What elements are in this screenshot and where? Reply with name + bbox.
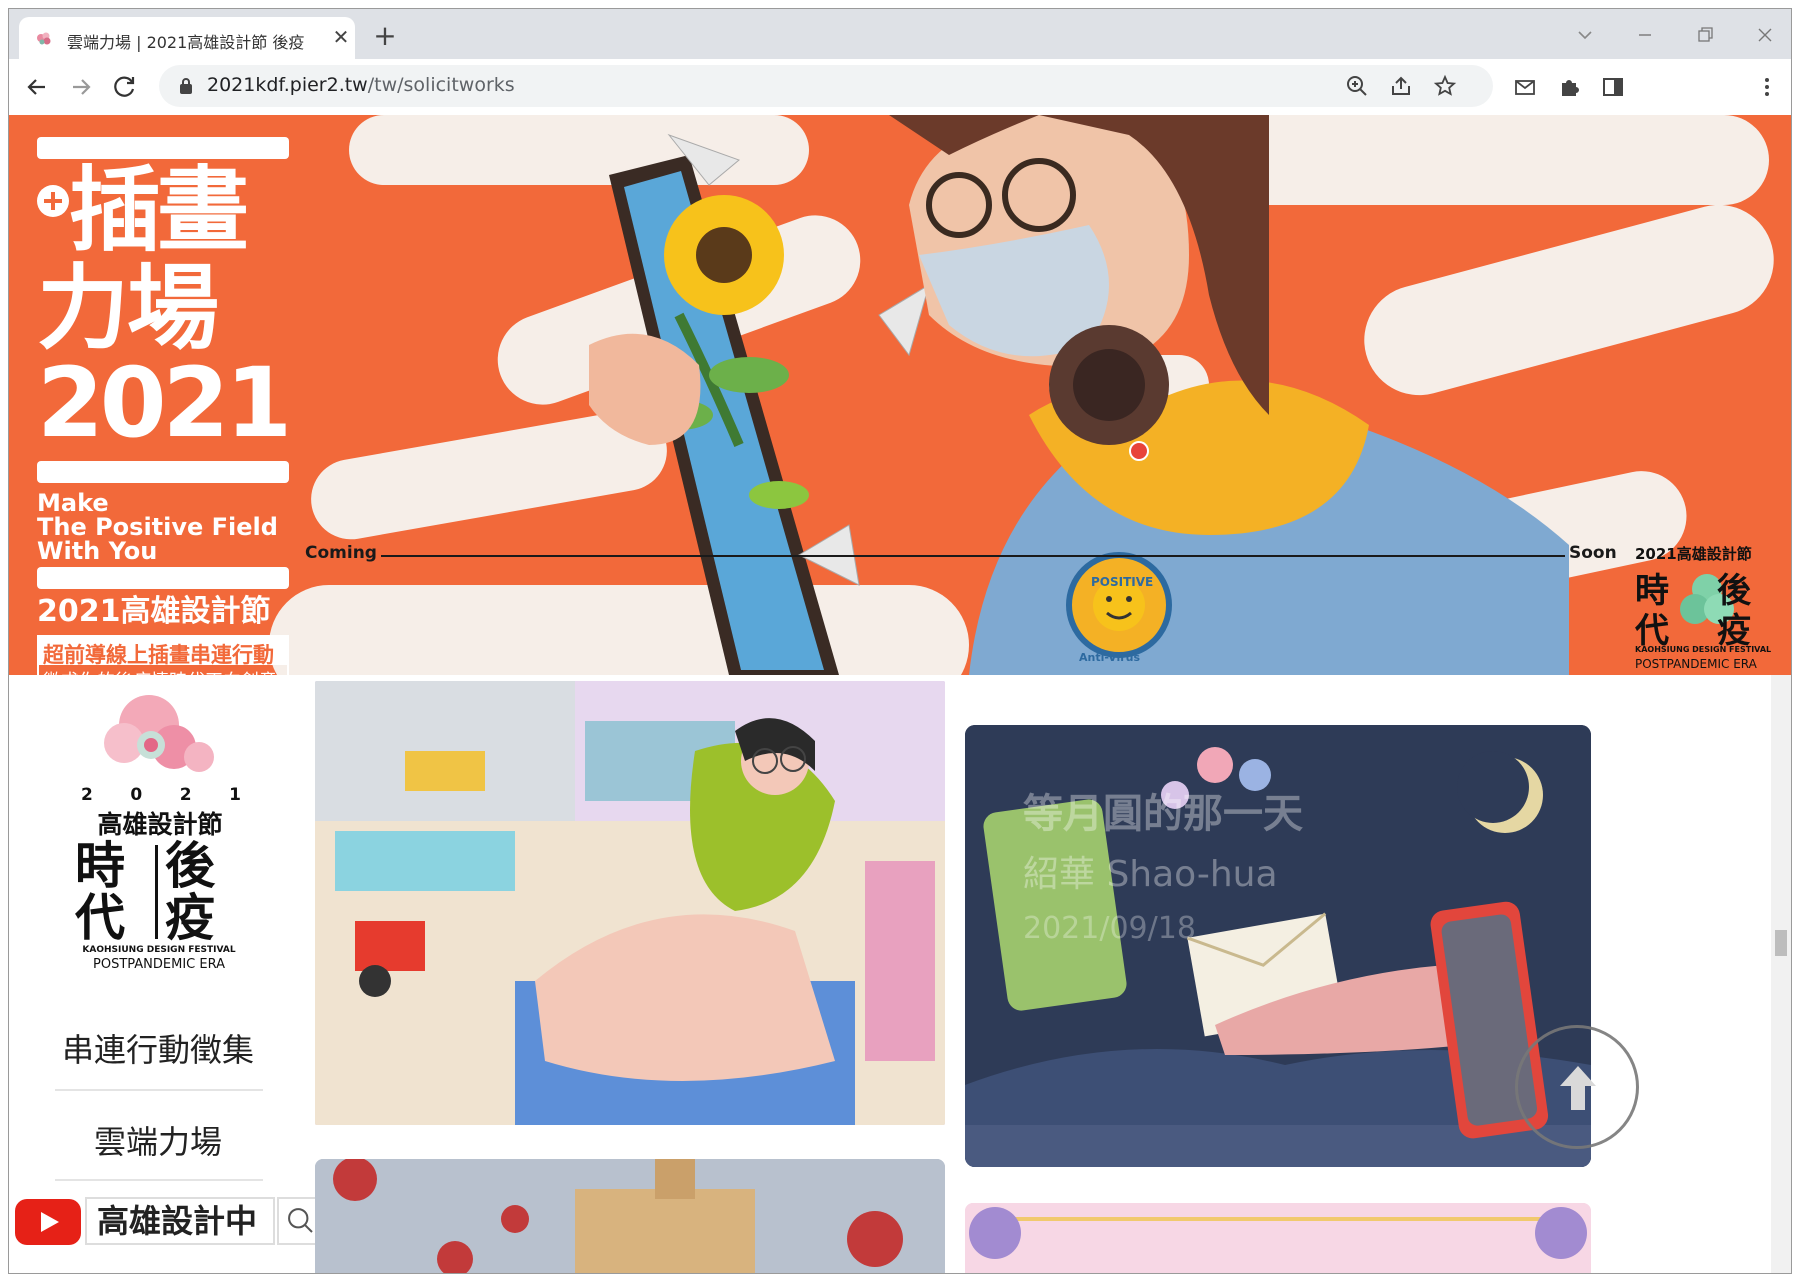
youtube-channel-input[interactable]: 高雄設計中 xyxy=(85,1197,275,1245)
sidebar-logo-year: 2 0 2 1 xyxy=(81,785,241,805)
sidebar-logo-char: 後 xyxy=(165,837,215,895)
year-digit: 1 xyxy=(229,785,241,805)
url-text: 2021kdf.pier2.tw/tw/solicitworks xyxy=(207,74,515,96)
plus-circle-icon xyxy=(37,185,69,217)
coming-label: Coming xyxy=(305,543,377,563)
banner-logo: 時 後 代 疫 xyxy=(1635,563,1775,651)
slogan-line-3: With You xyxy=(37,537,158,565)
lock-icon xyxy=(180,78,192,94)
browser-window: 雲端力場 | 2021高雄設計節 後疫 ✕ + 2021kdf.pier2.tw… xyxy=(8,8,1792,1274)
badge-text-2: Anti-Virus xyxy=(1079,651,1141,664)
hero-illustration xyxy=(589,115,1569,675)
minimize-icon[interactable] xyxy=(1625,19,1665,51)
restore-icon[interactable] xyxy=(1685,19,1725,51)
menu-kebab-icon[interactable] xyxy=(1755,75,1779,99)
tab-active[interactable]: 雲端力場 | 2021高雄設計節 後疫 ✕ xyxy=(19,17,355,59)
sidebar-item-cloud-field[interactable]: 雲端力場 xyxy=(53,1117,263,1163)
scrollbar-thumb[interactable] xyxy=(1775,930,1787,956)
festival-logo-blob-icon[interactable] xyxy=(79,685,229,785)
banner-title-1: 插畫 xyxy=(69,157,249,264)
work-date: 2021/09/18 xyxy=(1023,911,1196,946)
banner-logo-en-1: KAOHSIUNG DESIGN FESTIVAL xyxy=(1635,645,1772,654)
youtube-icon[interactable] xyxy=(15,1199,81,1245)
address-bar[interactable]: 2021kdf.pier2.tw/tw/solicitworks xyxy=(159,65,1493,107)
back-icon[interactable] xyxy=(23,73,51,101)
url-domain: 2021kdf.pier2.tw xyxy=(207,74,368,96)
work-artist: 紹華 Shao-hua xyxy=(1023,854,1278,895)
url-path: /tw/solicitworks xyxy=(367,74,515,96)
work-image xyxy=(315,681,945,1125)
tab-strip: 雲端力場 | 2021高雄設計節 後疫 ✕ + xyxy=(9,9,1791,59)
banner-logo-en-2: POSTPANDEMIC ERA xyxy=(1635,657,1757,671)
work-image xyxy=(315,1159,945,1273)
year-digit: 2 xyxy=(179,785,192,805)
sidebar-logo-en-1: KAOHSIUNG DESIGN FESTIVAL xyxy=(82,945,236,955)
work-title: 等月圓的那一天 xyxy=(1023,791,1303,837)
browser-toolbar: 2021kdf.pier2.tw/tw/solicitworks xyxy=(9,59,1791,116)
sidebar-logo-en-2: POSTPANDEMIC ERA xyxy=(93,957,225,972)
title-bar-top xyxy=(37,137,289,159)
sidebar-logo-char: 代 xyxy=(75,889,125,947)
share-icon[interactable] xyxy=(1389,74,1413,98)
work-card[interactable] xyxy=(965,1203,1591,1273)
tab-title: 雲端力場 | 2021高雄設計節 後疫 xyxy=(67,33,305,52)
banner-year: 2021 xyxy=(37,347,292,459)
reload-icon[interactable] xyxy=(111,73,139,101)
zoom-icon[interactable] xyxy=(1345,74,1369,98)
close-window-icon[interactable] xyxy=(1745,19,1785,51)
sidebar-logo-char: 疫 xyxy=(165,889,215,947)
banner-logo-year: 2021高雄設計節 xyxy=(1635,545,1752,563)
forward-icon[interactable] xyxy=(67,73,95,101)
badge-text: POSITIVE xyxy=(1091,575,1154,589)
site-favicon-icon xyxy=(37,32,51,45)
menu-divider xyxy=(55,1089,263,1091)
work-card[interactable]: 等月圓的那一天 紹華 Shao-hua 2021/09/18 xyxy=(965,725,1591,1167)
title-bar-mid xyxy=(37,461,289,483)
sidebar-logo-char: 時 xyxy=(75,837,125,895)
soon-label: Soon xyxy=(1569,543,1617,563)
banner-title-2: 力場 xyxy=(37,255,219,362)
sidebar-logo-chars: 時 後 代 疫 xyxy=(75,837,245,947)
extensions-puzzle-icon[interactable] xyxy=(1557,75,1581,99)
title-bar-bottom xyxy=(37,567,289,589)
work-card[interactable] xyxy=(315,1159,945,1273)
youtube-search-widget: 高雄設計中 xyxy=(15,1195,357,1249)
slogan-line-2: The Positive Field xyxy=(37,513,278,541)
sidebar-item-solicit[interactable]: 串連行動徵集 xyxy=(53,1025,263,1071)
banner-subtitle-2: 徵求你的後疫情時代正向創意 xyxy=(43,667,277,675)
logo-divider xyxy=(155,845,158,939)
sidebar-logo-title: 高雄設計節 xyxy=(97,810,223,839)
countdown-line xyxy=(381,555,1565,557)
tab-close-icon[interactable]: ✕ xyxy=(329,25,353,49)
tab-search-icon[interactable] xyxy=(1565,19,1605,51)
arrow-up-icon xyxy=(1560,1066,1596,1110)
year-digit: 0 xyxy=(130,785,143,805)
page-scrollbar[interactable] xyxy=(1771,675,1791,1273)
subtitle-box: 超前導線上插畫串連行動 徵求你的後疫情時代正向創意 xyxy=(37,635,289,675)
slogan-line-1: Make xyxy=(37,489,109,517)
back-to-top-button[interactable] xyxy=(1515,1025,1639,1149)
hero-banner: POSITIVE Anti-Virus 插畫 力場 2021 Make The … xyxy=(9,115,1791,675)
menu-divider xyxy=(55,1179,263,1181)
work-image xyxy=(965,1203,1591,1273)
bookmark-star-icon[interactable] xyxy=(1433,74,1457,98)
year-digit: 2 xyxy=(81,785,93,805)
mail-extension-icon[interactable] xyxy=(1513,75,1537,99)
banner-subtitle: 超前導線上插畫串連行動 xyxy=(43,643,274,667)
sidebar: 2 0 2 1 高雄設計節 時 後 代 疫 KAOHSIUNG DESIGN F… xyxy=(9,675,309,1273)
side-panel-icon[interactable] xyxy=(1601,75,1625,99)
work-card[interactable] xyxy=(315,681,945,1125)
new-tab-button[interactable]: + xyxy=(369,21,401,53)
festival-name: 2021高雄設計節 xyxy=(37,594,271,629)
